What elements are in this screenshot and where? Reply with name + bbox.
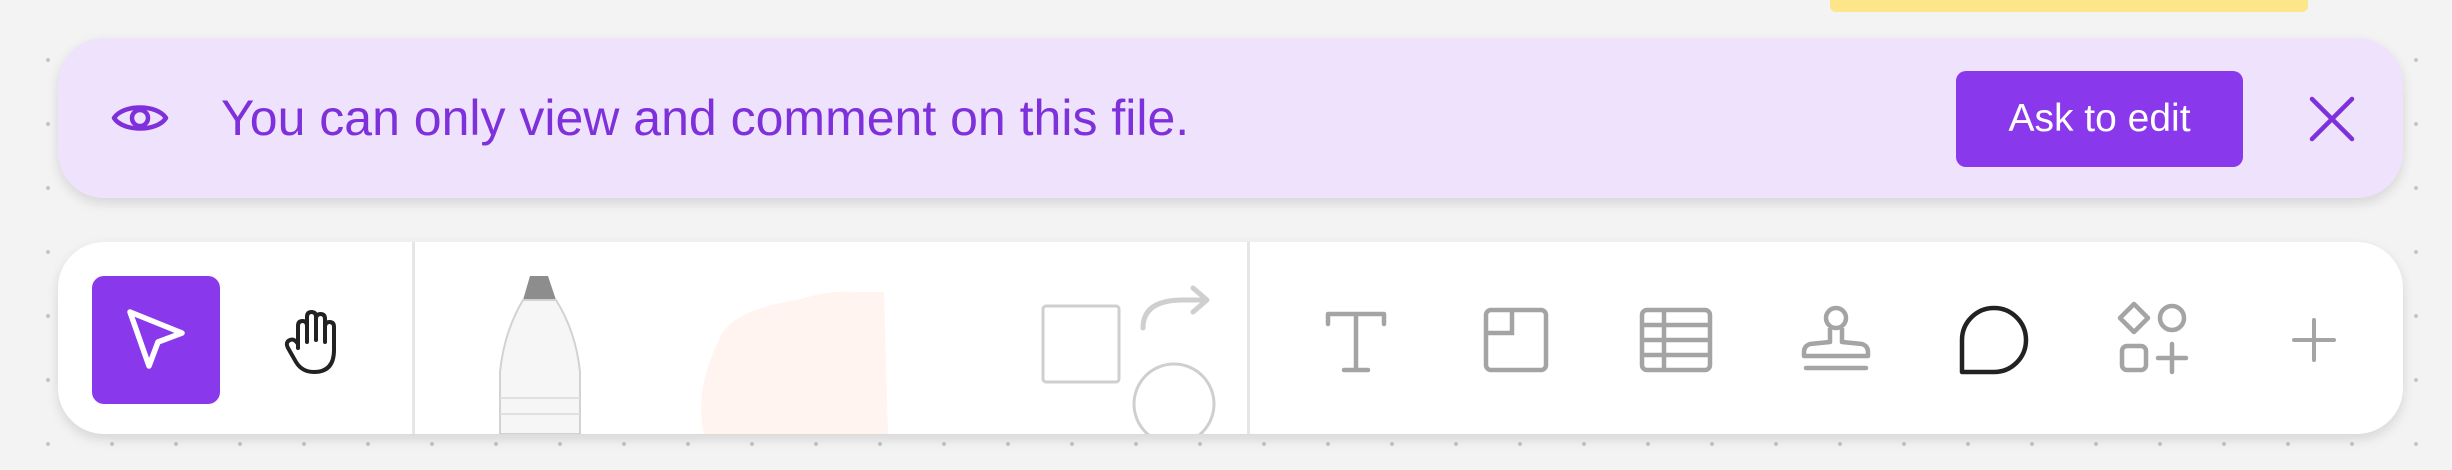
more-tools-button[interactable] — [2268, 294, 2360, 386]
plus-icon — [2274, 300, 2354, 380]
stamp-icon — [1796, 300, 1876, 380]
table-tool-button[interactable] — [1630, 294, 1722, 386]
hand-tool-button[interactable] — [266, 292, 362, 388]
marker-icon — [688, 291, 958, 434]
banner-message: You can only view and comment on this fi… — [221, 90, 1190, 146]
ask-to-edit-button[interactable]: Ask to edit — [1956, 71, 2243, 167]
cursor-arrow-icon — [116, 300, 196, 380]
close-icon[interactable] — [2298, 85, 2366, 153]
toolbar-divider — [412, 242, 415, 434]
bottom-toolbar — [58, 242, 2403, 434]
view-only-banner: You can only view and comment on this fi… — [58, 38, 2403, 198]
hand-icon — [274, 300, 354, 380]
text-tool-button[interactable] — [1310, 294, 1402, 386]
eye-icon — [108, 86, 172, 150]
section-tool-button[interactable] — [1470, 294, 1562, 386]
toolbar-divider — [1247, 242, 1250, 434]
pen-tool-button[interactable] — [488, 276, 598, 434]
section-icon — [1476, 300, 1556, 380]
marker-tool-button[interactable] — [688, 282, 958, 434]
shapes-icon — [983, 285, 1253, 434]
stamp-tool-button[interactable] — [1790, 294, 1882, 386]
pen-icon — [488, 276, 598, 434]
widgets-tool-button[interactable] — [2108, 294, 2200, 386]
table-icon — [1636, 300, 1716, 380]
comment-tool-button[interactable] — [1948, 294, 2040, 386]
shapes-tool-button[interactable] — [983, 280, 1253, 434]
text-icon — [1316, 300, 1396, 380]
comment-icon — [1954, 300, 2034, 380]
widgets-icon — [2114, 300, 2194, 380]
select-tool-button[interactable] — [92, 276, 220, 404]
sticky-note[interactable] — [1830, 0, 2308, 12]
